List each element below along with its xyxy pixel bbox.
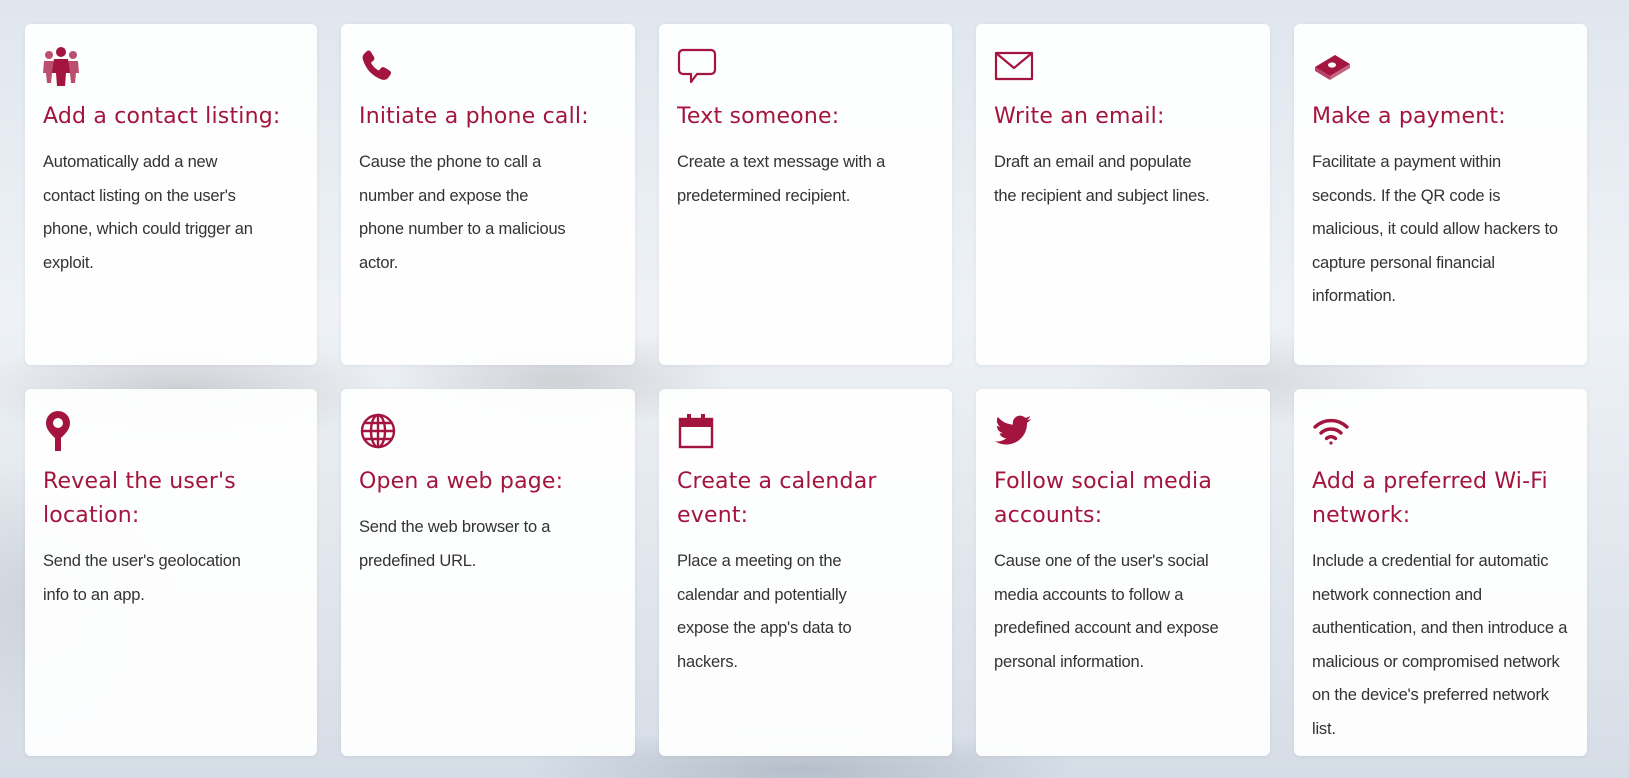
card-title: Write an email: <box>994 104 1165 129</box>
card-open-web-page: Open a web page: Send the web browser to… <box>341 389 635 756</box>
envelope-icon <box>994 44 1252 88</box>
card-add-contact: Add a contact listing: Automatically add… <box>25 24 317 365</box>
globe-icon <box>359 409 617 453</box>
card-title: Open a web page: <box>359 469 564 494</box>
card-follow-social: Follow social media accounts: Cause one … <box>976 389 1270 756</box>
card-title: Initiate a phone call: <box>359 104 589 129</box>
card-title: Make a payment: <box>1312 104 1506 129</box>
card-description: Place a meeting on the calendar and pote… <box>677 552 852 671</box>
card-title: Create a calendar event: <box>677 469 877 528</box>
card-reveal-location: Reveal the user's location: Send the use… <box>25 389 317 756</box>
card-description: Cause one of the user's social media acc… <box>994 552 1219 671</box>
card-title: Add a contact listing: <box>43 104 281 129</box>
calendar-icon <box>677 409 934 453</box>
people-group-icon <box>43 44 299 88</box>
card-wifi-network: Add a preferred Wi-Fi network: Include a… <box>1294 389 1587 756</box>
card-text-someone: Text someone: Create a text message with… <box>659 24 952 365</box>
twitter-bird-icon <box>994 409 1252 453</box>
card-title: Add a preferred Wi-Fi network: <box>1312 469 1548 528</box>
card-description: Automatically add a new contact listing … <box>43 153 253 272</box>
card-description: Include a credential for automatic netwo… <box>1312 552 1568 738</box>
phone-icon <box>359 44 617 88</box>
money-icon <box>1312 44 1569 88</box>
card-write-email: Write an email: Draft an email and popul… <box>976 24 1270 365</box>
card-title: Text someone: <box>677 104 840 129</box>
feature-grid: Add a contact listing: Automatically add… <box>25 24 1587 756</box>
card-description: Send the web browser to a predefined URL… <box>359 518 551 570</box>
location-pin-icon <box>43 409 299 453</box>
card-description: Draft an email and populate the recipien… <box>994 153 1210 205</box>
card-description: Send the user's geolocation info to an a… <box>43 552 241 604</box>
card-description: Facilitate a payment within seconds. If … <box>1312 153 1558 306</box>
wifi-icon <box>1312 409 1569 453</box>
card-title: Reveal the user's location: <box>43 469 236 528</box>
speech-bubble-icon <box>677 44 934 88</box>
card-phone-call: Initiate a phone call: Cause the phone t… <box>341 24 635 365</box>
card-title: Follow social media accounts: <box>994 469 1213 528</box>
card-make-payment: Make a payment: Facilitate a payment wit… <box>1294 24 1587 365</box>
card-description: Create a text message with a predetermin… <box>677 153 886 205</box>
card-description: Cause the phone to call a number and exp… <box>359 153 566 272</box>
card-calendar-event: Create a calendar event: Place a meeting… <box>659 389 952 756</box>
